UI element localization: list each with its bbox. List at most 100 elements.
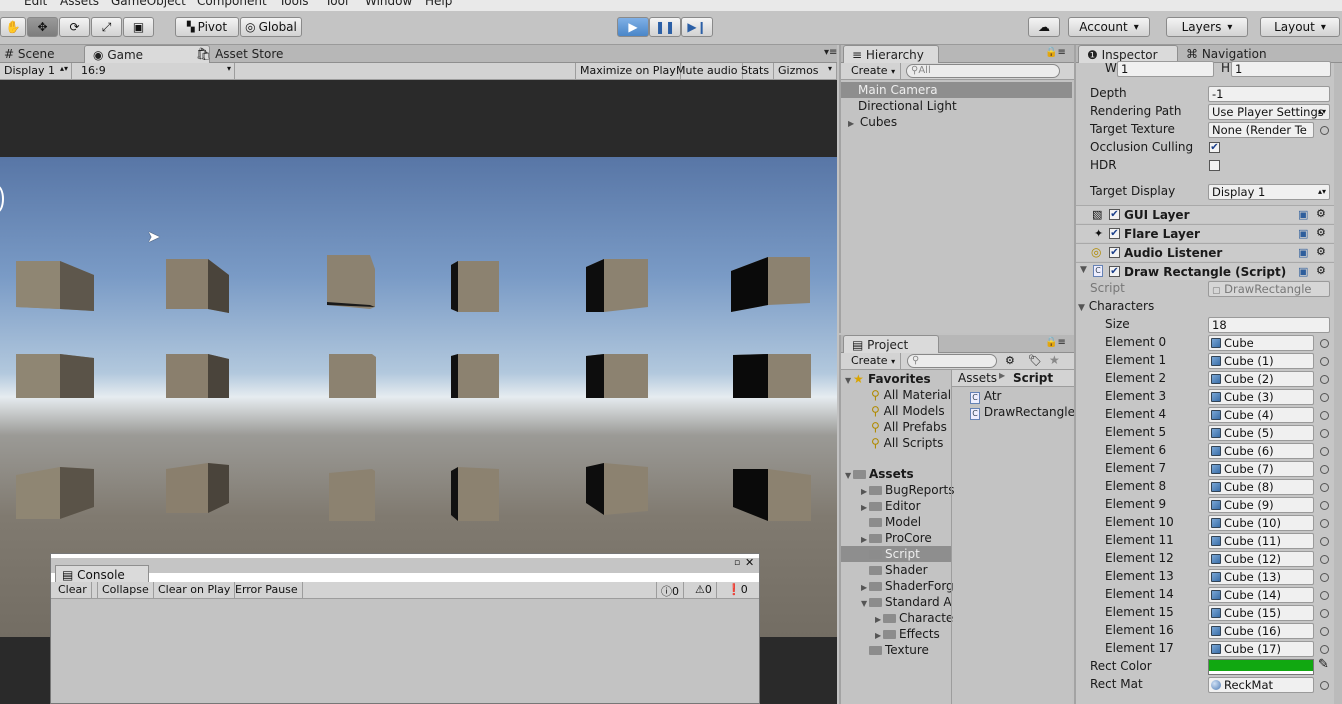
stats-button[interactable]: Stats — [737, 63, 775, 79]
target-texture-field[interactable]: None (Render Te — [1208, 122, 1314, 138]
object-picker-icon[interactable] — [1320, 339, 1329, 348]
occlusion-culling-checkbox[interactable]: ✔ — [1209, 142, 1220, 153]
breadcrumb-script[interactable]: Script — [1013, 371, 1053, 385]
object-picker-icon[interactable] — [1320, 573, 1329, 582]
folder-item[interactable]: ▶ Characte — [875, 611, 953, 625]
project-create-button[interactable]: Create ▾ — [847, 353, 901, 369]
element-object-field[interactable]: Cube (10) — [1208, 515, 1314, 531]
object-picker-icon[interactable] — [1320, 483, 1329, 492]
favorite-item[interactable]: ⚲ All Prefabs — [871, 420, 947, 434]
play-button[interactable]: ▶ — [617, 17, 649, 37]
scale-tool-icon[interactable]: ⤢ — [91, 17, 122, 37]
layers-dropdown[interactable]: Layers — [1166, 17, 1248, 37]
hierarchy-search-input[interactable]: ⚲All — [906, 64, 1060, 78]
cloud-icon[interactable]: ☁ — [1028, 17, 1060, 37]
audio-listener-checkbox[interactable]: ✔ — [1109, 247, 1120, 258]
element-object-field[interactable]: Cube (5) — [1208, 425, 1314, 441]
step-button[interactable]: ▶❙ — [681, 17, 713, 37]
element-object-field[interactable]: Cube (9) — [1208, 497, 1314, 513]
object-picker-icon[interactable] — [1320, 537, 1329, 546]
element-object-field[interactable]: Cube (7) — [1208, 461, 1314, 477]
move-tool-icon[interactable]: ✥ — [27, 17, 58, 37]
global-toggle[interactable]: ◎ Global — [240, 17, 302, 37]
element-object-field[interactable]: Cube (6) — [1208, 443, 1314, 459]
pause-button[interactable]: ❚❚ — [649, 17, 681, 37]
folder-item[interactable]: Texture — [869, 643, 929, 657]
help-icon[interactable]: ▣ — [1298, 227, 1308, 240]
rendering-path-dropdown[interactable]: Use Player Settings ▴▾ — [1208, 104, 1330, 120]
eyedropper-icon[interactable]: ✎ — [1318, 657, 1329, 672]
object-picker-icon[interactable] — [1320, 429, 1329, 438]
element-object-field[interactable]: Cube (14) — [1208, 587, 1314, 603]
tab-console[interactable]: ▤ Console — [55, 565, 149, 583]
element-object-field[interactable]: Cube (2) — [1208, 371, 1314, 387]
error-filter-button[interactable]: ❗0 — [723, 582, 752, 598]
hand-tool-icon[interactable]: ✋ — [0, 17, 26, 37]
menu-help[interactable]: Help — [425, 0, 452, 8]
rotate-tool-icon[interactable]: ⟳ — [59, 17, 90, 37]
favorite-item[interactable]: ⚲ All Material — [871, 388, 951, 402]
menu-edit[interactable]: Edit — [24, 0, 47, 8]
gear-icon[interactable]: ⚙ — [1316, 226, 1326, 239]
object-picker-icon[interactable] — [1320, 393, 1329, 402]
tab-scene[interactable]: # Scene — [0, 45, 62, 63]
audio-listener-component-header[interactable]: ◎ ✔ Audio Listener ▣ ⚙ — [1076, 243, 1334, 261]
object-picker-icon[interactable] — [1320, 357, 1329, 366]
project-search-input[interactable]: ⚲ — [907, 354, 997, 368]
collapse-button[interactable]: Collapse — [97, 582, 154, 598]
collapse-arrow-icon[interactable]: ▼ — [1080, 265, 1087, 275]
maximize-on-play-button[interactable]: Maximize on Play — [575, 63, 681, 79]
hdr-checkbox[interactable] — [1209, 160, 1220, 171]
element-object-field[interactable]: Cube (4) — [1208, 407, 1314, 423]
lock-icon[interactable]: 🔒≡ — [1037, 335, 1074, 353]
element-object-field[interactable]: Cube (11) — [1208, 533, 1314, 549]
folder-item[interactable]: ▶ Editor — [861, 499, 921, 513]
clear-on-play-button[interactable]: Clear on Play — [154, 582, 236, 598]
object-picker-icon[interactable] — [1320, 465, 1329, 474]
menu-gameobject[interactable]: GameObject — [111, 0, 186, 8]
menu-assets[interactable]: Assets — [60, 0, 99, 8]
target-display-dropdown[interactable]: Display 1 ▴▾ — [1208, 184, 1330, 200]
layout-dropdown[interactable]: Layout — [1260, 17, 1340, 37]
error-pause-button[interactable]: Error Pause — [231, 582, 303, 598]
element-object-field[interactable]: Cube (8) — [1208, 479, 1314, 495]
hierarchy-item-main-camera[interactable]: Main Camera — [858, 83, 938, 97]
object-picker-icon[interactable] — [1320, 501, 1329, 510]
object-picker-icon[interactable] — [1320, 645, 1329, 654]
account-dropdown[interactable]: Account — [1068, 17, 1150, 37]
rect-color-field[interactable] — [1208, 659, 1314, 675]
element-object-field[interactable]: Cube (12) — [1208, 551, 1314, 567]
draw-rectangle-component-header[interactable]: ▼ C ✔ Draw Rectangle (Script) ▣ ⚙ — [1076, 262, 1334, 280]
display-select[interactable]: Display 1 ▴▾ — [0, 63, 72, 79]
assets-header[interactable]: ▼ Assets — [845, 467, 914, 481]
object-picker-icon[interactable] — [1320, 609, 1329, 618]
draw-rectangle-checkbox[interactable]: ✔ — [1109, 266, 1120, 277]
folder-item[interactable]: Model — [869, 515, 921, 529]
pivot-toggle[interactable]: ▚ Pivot — [175, 17, 239, 37]
folder-item[interactable]: ▼ Standard A — [861, 595, 952, 609]
expand-arrow-icon[interactable]: ▶ — [848, 119, 856, 128]
viewport-w-field[interactable]: 1 — [1117, 61, 1214, 77]
rect-mat-field[interactable]: ReckMat — [1208, 677, 1314, 693]
object-picker-icon[interactable] — [1320, 555, 1329, 564]
viewport-h-field[interactable]: 1 — [1231, 61, 1331, 77]
help-icon[interactable]: ▣ — [1298, 246, 1308, 259]
folder-item[interactable]: ▶ ProCore — [861, 531, 932, 545]
console-log-area[interactable] — [51, 599, 759, 703]
gear-icon[interactable]: ⚙ — [1316, 207, 1326, 220]
element-object-field[interactable]: Cube (1) — [1208, 353, 1314, 369]
filter-by-label-icon[interactable]: 🏷 — [1028, 354, 1042, 367]
filter-by-type-icon[interactable]: ⚙ — [1005, 354, 1015, 367]
folder-item[interactable]: ▶ Effects — [875, 627, 940, 641]
rect-tool-icon[interactable]: ▣ — [123, 17, 154, 37]
flare-layer-checkbox[interactable]: ✔ — [1109, 228, 1120, 239]
object-picker-icon[interactable] — [1320, 375, 1329, 384]
favorite-item[interactable]: ⚲ All Scripts — [871, 436, 943, 450]
aspect-select[interactable]: 16:9 ▾ — [77, 63, 235, 79]
hierarchy-item-directional-light[interactable]: Directional Light — [858, 99, 957, 113]
element-object-field[interactable]: Cube (16) — [1208, 623, 1314, 639]
menu-tool[interactable]: Tool — [325, 0, 348, 8]
lock-icon[interactable]: 🔒≡ — [1037, 45, 1074, 63]
folder-item[interactable]: ▶ BugReports — [861, 483, 955, 497]
hierarchy-create-button[interactable]: Create ▾ — [847, 63, 901, 79]
